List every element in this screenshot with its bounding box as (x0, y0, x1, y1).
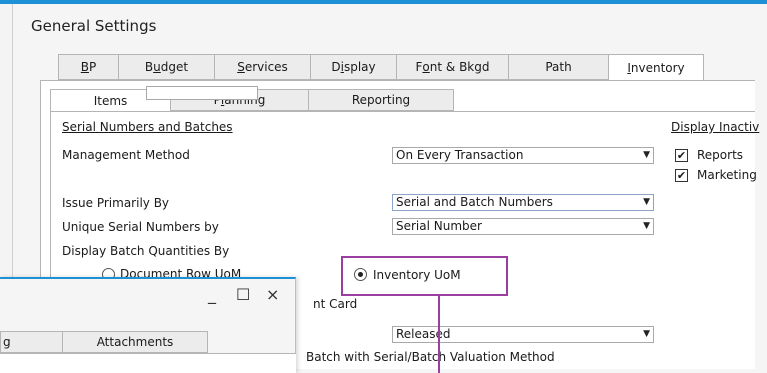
tab-font-bkgd[interactable]: Fo nt & Bkgd (396, 54, 508, 80)
callout-pointer-line (438, 296, 440, 373)
tab-services[interactable]: Services (214, 54, 310, 80)
management-method-label: Management Method (62, 148, 190, 162)
tab-reporting[interactable]: Reporting (308, 89, 454, 111)
close-icon[interactable]: × (266, 287, 279, 303)
batch-valuation-label: Batch with Serial/Batch Valuation Method (306, 350, 555, 364)
tab-bp[interactable]: BP (58, 54, 118, 80)
secondary-tab-bar: g Attachments (0, 331, 208, 353)
tab-partial[interactable]: g (0, 331, 62, 353)
tab-display[interactable]: Di splay (310, 54, 396, 80)
nt-card-label: nt Card (313, 297, 358, 311)
serial-batches-heading: Serial Numbers and Batches (62, 120, 233, 134)
inventory-uom-label: Inventory UoM (373, 268, 461, 282)
reports-label: Reports (697, 148, 744, 162)
outer-tab-bar: BP Bu dget Services Di splay Fo nt & Bkgd P… (58, 54, 704, 81)
unique-serial-dropdown[interactable]: Serial Number ▼ (392, 218, 654, 235)
tab-inventory[interactable]: Inventory (608, 54, 704, 81)
chevron-down-icon: ▼ (643, 329, 650, 339)
tab-budget[interactable]: Bu dget (118, 54, 214, 80)
maximize-icon[interactable]: ☐ (236, 287, 250, 303)
chevron-down-icon: ▼ (643, 150, 650, 160)
checkmark-icon: ✔ (676, 169, 687, 182)
marketing-label: Marketing (697, 168, 757, 182)
secondary-window: _ ☐ × g Attachments (0, 277, 296, 373)
reports-checkbox[interactable]: ✔ (675, 149, 688, 162)
display-batch-label: Display Batch Quantities By (62, 244, 230, 258)
unique-serial-label: Unique Serial Numbers by (62, 220, 219, 234)
minimize-icon[interactable]: _ (208, 287, 216, 303)
chevron-down-icon: ▼ (643, 221, 650, 231)
secondary-tab-panel (0, 353, 296, 373)
chevron-down-icon: ▼ (643, 197, 650, 207)
tab-attachments[interactable]: Attachments (62, 331, 208, 353)
checkmark-icon: ✔ (676, 149, 687, 162)
window-title: General Settings (31, 17, 157, 35)
issue-primarily-label: Issue Primarily By (62, 196, 170, 210)
tab-path[interactable]: Path (508, 54, 608, 80)
marketing-checkbox[interactable]: ✔ (675, 169, 688, 182)
secondary-input-field[interactable] (146, 86, 258, 100)
issue-primarily-dropdown[interactable]: Serial and Batch Numbers ▼ (392, 194, 654, 211)
display-inactive-heading: Display Inactiv (671, 120, 760, 134)
radio-inventory-uom[interactable] (354, 268, 367, 281)
management-method-dropdown[interactable]: On Every Transaction ▼ (392, 147, 654, 164)
status-dropdown[interactable]: Released ▼ (392, 326, 654, 343)
